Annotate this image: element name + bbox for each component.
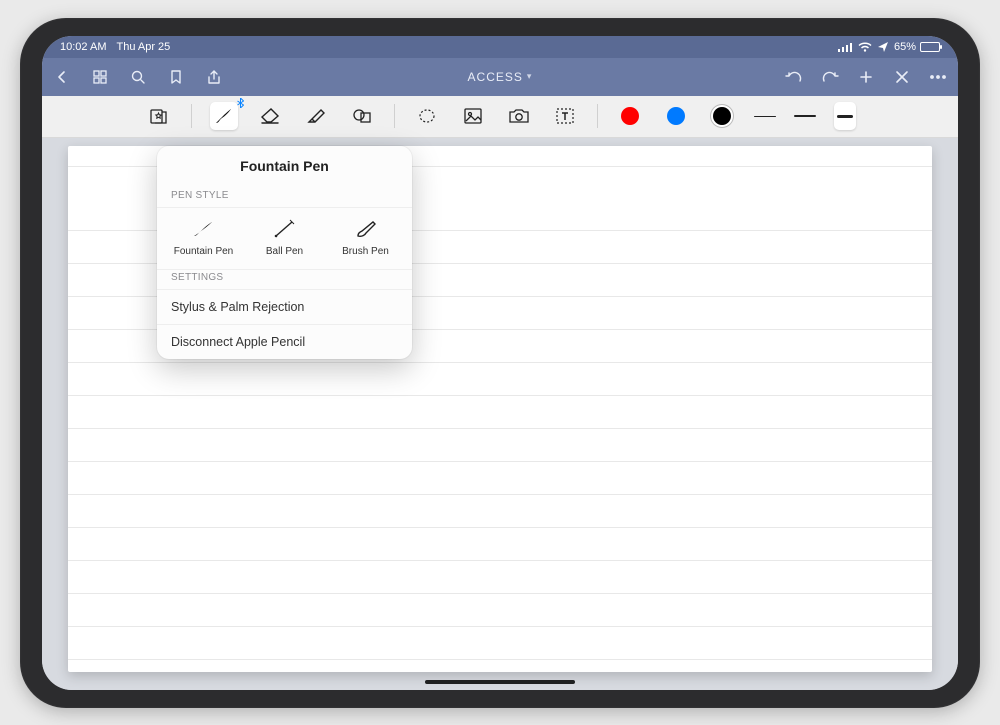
toolbar-separator xyxy=(597,104,598,128)
bookmark-button[interactable] xyxy=(166,67,186,87)
wifi-icon xyxy=(858,42,872,52)
toolbar-separator xyxy=(394,104,395,128)
canvas-area: Fountain Pen PEN STYLE Fountain Pen Ball… xyxy=(42,138,958,690)
location-arrow-icon xyxy=(878,42,888,52)
undo-button[interactable] xyxy=(784,67,804,87)
favorites-tool[interactable] xyxy=(145,102,173,130)
back-button[interactable] xyxy=(52,67,72,87)
drawing-toolbar xyxy=(42,96,958,138)
battery-indicator: 65% xyxy=(894,41,940,53)
eraser-tool[interactable] xyxy=(256,102,284,130)
document-title[interactable]: ACCESS ▾ xyxy=(468,70,533,84)
pen-style-row: Fountain Pen Ball Pen Brush Pen xyxy=(157,208,412,270)
medium-line-icon xyxy=(794,115,816,117)
highlighter-tool[interactable] xyxy=(302,102,330,130)
share-button[interactable] xyxy=(204,67,224,87)
lasso-tool[interactable] xyxy=(413,102,441,130)
close-edit-button[interactable] xyxy=(892,67,912,87)
home-indicator[interactable] xyxy=(425,680,575,684)
thick-line-icon xyxy=(837,115,853,118)
more-button[interactable] xyxy=(928,67,948,87)
pen-option-label: Brush Pen xyxy=(331,246,401,257)
redo-button[interactable] xyxy=(820,67,840,87)
status-bar: 10:02 AM Thu Apr 25 65% xyxy=(42,36,958,58)
thickness-thin[interactable] xyxy=(754,102,776,130)
battery-percent: 65% xyxy=(894,41,916,53)
add-button[interactable] xyxy=(856,67,876,87)
color-black[interactable] xyxy=(708,102,736,130)
grid-view-button[interactable] xyxy=(90,67,110,87)
status-date: Thu Apr 25 xyxy=(116,41,170,53)
pen-option-brush[interactable]: Brush Pen xyxy=(331,216,401,257)
shapes-tool[interactable] xyxy=(348,102,376,130)
bluetooth-badge-icon xyxy=(237,98,244,108)
cellular-signal-icon xyxy=(838,42,852,52)
thickness-medium[interactable] xyxy=(794,102,816,130)
pen-option-label: Ball Pen xyxy=(250,246,320,257)
pen-option-ball[interactable]: Ball Pen xyxy=(250,216,320,257)
red-swatch-icon xyxy=(621,107,639,125)
camera-tool[interactable] xyxy=(505,102,533,130)
fountain-pen-icon xyxy=(169,216,239,242)
toolbar-separator xyxy=(191,104,192,128)
settings-section-label: SETTINGS xyxy=(157,270,412,290)
document-title-text: ACCESS xyxy=(468,70,523,84)
search-button[interactable] xyxy=(128,67,148,87)
app-navbar: ACCESS ▾ xyxy=(42,58,958,96)
textbox-tool[interactable] xyxy=(551,102,579,130)
settings-item-stylus[interactable]: Stylus & Palm Rejection xyxy=(157,290,412,325)
color-red[interactable] xyxy=(616,102,644,130)
settings-item-disconnect[interactable]: Disconnect Apple Pencil xyxy=(157,325,412,359)
battery-icon xyxy=(920,42,940,52)
pen-option-fountain[interactable]: Fountain Pen xyxy=(169,216,239,257)
chevron-down-icon: ▾ xyxy=(527,71,533,82)
blue-swatch-icon xyxy=(667,107,685,125)
popover-title: Fountain Pen xyxy=(157,146,412,188)
brush-pen-icon xyxy=(331,216,401,242)
screen: 10:02 AM Thu Apr 25 65% xyxy=(42,36,958,690)
color-blue[interactable] xyxy=(662,102,690,130)
black-swatch-icon xyxy=(713,107,731,125)
pen-tool[interactable] xyxy=(210,102,238,130)
image-tool[interactable] xyxy=(459,102,487,130)
thin-line-icon xyxy=(754,116,776,117)
pen-style-section-label: PEN STYLE xyxy=(157,188,412,208)
ipad-frame: 10:02 AM Thu Apr 25 65% xyxy=(20,18,980,708)
ball-pen-icon xyxy=(250,216,320,242)
status-time: 10:02 AM xyxy=(60,41,106,53)
pen-popover: Fountain Pen PEN STYLE Fountain Pen Ball… xyxy=(157,146,412,359)
pen-option-label: Fountain Pen xyxy=(169,246,239,257)
thickness-thick[interactable] xyxy=(834,102,856,130)
